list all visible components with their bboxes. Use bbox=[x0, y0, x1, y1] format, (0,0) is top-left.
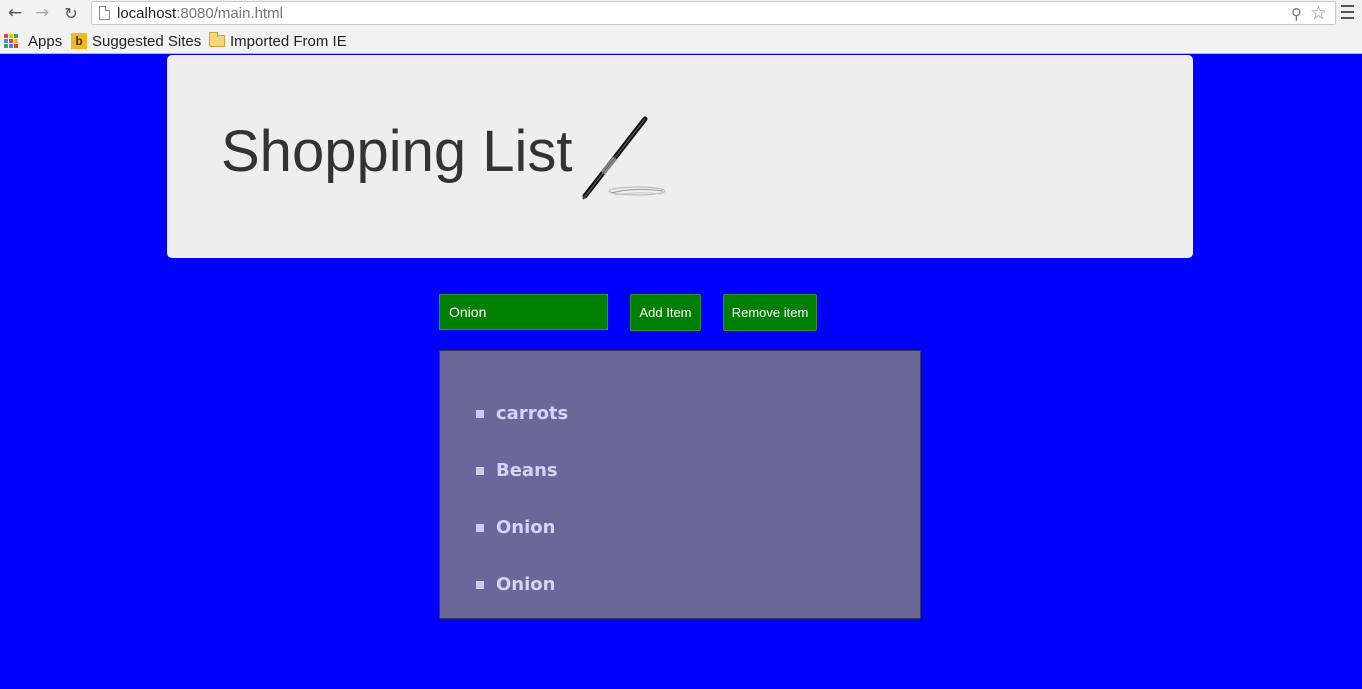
url-text[interactable]: localhost:8080/main.html bbox=[117, 5, 283, 22]
bookmark-star-icon[interactable]: ☆ bbox=[1310, 2, 1327, 24]
url-host: localhost bbox=[117, 5, 177, 22]
shopping-list: carrots Beans Onion Onion bbox=[476, 380, 568, 618]
chrome-menu-icon[interactable] bbox=[1341, 5, 1354, 19]
list-item-text: carrots bbox=[496, 403, 569, 424]
list-item-text: Onion bbox=[496, 517, 556, 538]
back-arrow-icon[interactable]: ← bbox=[5, 3, 25, 23]
square-bullet-icon bbox=[476, 523, 484, 532]
page-icon bbox=[99, 6, 110, 20]
reload-icon[interactable]: ↻ bbox=[61, 3, 81, 23]
list-item-text: Beans bbox=[496, 460, 558, 481]
bookmark-imported-from-ie[interactable]: Imported From IE bbox=[209, 31, 347, 51]
list-item-text: Onion bbox=[496, 574, 556, 595]
bookmarks-bar: Apps b Suggested Sites Imported From IE bbox=[0, 27, 1362, 54]
shopping-list-panel: carrots Beans Onion Onion bbox=[439, 350, 921, 619]
square-bullet-icon bbox=[476, 466, 484, 475]
apps-grid-icon bbox=[4, 34, 18, 48]
address-bar[interactable]: localhost:8080/main.html ⚲ ☆ bbox=[91, 1, 1336, 25]
folder-icon bbox=[209, 32, 225, 47]
bookmark-suggested-sites[interactable]: b Suggested Sites bbox=[71, 31, 201, 51]
browser-toolbar: ← → ↻ localhost:8080/main.html ⚲ ☆ bbox=[0, 0, 1362, 27]
bookmark-apps[interactable]: Apps bbox=[4, 31, 62, 51]
list-item[interactable]: Onion bbox=[476, 551, 568, 618]
pen-icon bbox=[582, 116, 666, 200]
bookmark-label: Imported From IE bbox=[230, 32, 347, 50]
bing-icon: b bbox=[71, 33, 87, 49]
bookmark-label: Apps bbox=[28, 32, 63, 50]
add-item-button[interactable]: Add Item bbox=[630, 294, 701, 331]
item-input[interactable] bbox=[439, 294, 608, 330]
bookmark-label: Suggested Sites bbox=[92, 32, 202, 50]
url-path: :8080/main.html bbox=[176, 5, 283, 22]
square-bullet-icon bbox=[476, 409, 484, 418]
remove-item-button[interactable]: Remove item bbox=[723, 294, 817, 331]
square-bullet-icon bbox=[476, 580, 484, 589]
forward-arrow-icon[interactable]: → bbox=[32, 3, 52, 23]
header-jumbotron: Shopping List bbox=[167, 55, 1193, 258]
zoom-icon[interactable]: ⚲ bbox=[1291, 5, 1302, 23]
page-title: Shopping List bbox=[221, 119, 573, 184]
